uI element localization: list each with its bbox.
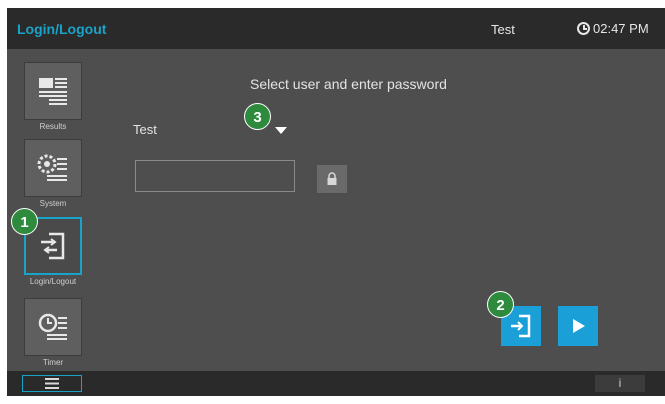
current-user: Test xyxy=(491,22,515,37)
instruction-heading: Select user and enter password xyxy=(250,76,447,92)
sidebar-item-timer[interactable]: Timer xyxy=(14,298,92,367)
results-button[interactable] xyxy=(24,62,82,120)
info-button[interactable]: i xyxy=(595,375,645,392)
lock-icon xyxy=(327,172,337,185)
results-icon xyxy=(39,78,67,105)
clock: 02:47 PM xyxy=(577,21,649,36)
sidebar-item-system[interactable]: System xyxy=(14,139,92,208)
device-screen: Login/Logout Test 02:47 PM Results Syste… xyxy=(7,8,665,396)
bottom-bar: i xyxy=(7,371,665,396)
page-title: Login/Logout xyxy=(17,21,107,37)
menu-icon xyxy=(45,378,59,389)
user-dropdown[interactable]: Test xyxy=(133,122,293,140)
sidebar-item-label: System xyxy=(39,199,67,208)
keyboard-lock-button[interactable] xyxy=(317,165,347,193)
dropdown-arrow-icon[interactable] xyxy=(275,127,287,134)
login-logout-icon xyxy=(41,232,65,260)
sidebar-item-label: Results xyxy=(39,122,67,131)
password-field[interactable] xyxy=(135,160,295,192)
sidebar-item-label: Timer xyxy=(42,358,64,367)
callout-3: 3 xyxy=(244,103,271,130)
timer-button[interactable] xyxy=(24,298,82,356)
system-button[interactable] xyxy=(24,139,82,197)
sidebar-item-results[interactable]: Results xyxy=(14,62,92,131)
timer-icon xyxy=(38,313,67,340)
sidebar-item-label: Login/Logout xyxy=(29,277,77,286)
logout-icon xyxy=(511,314,531,338)
callout-2: 2 xyxy=(487,291,514,318)
system-icon xyxy=(37,154,67,181)
play-icon xyxy=(573,319,585,333)
clock-time: 02:47 PM xyxy=(593,21,649,36)
selected-user: Test xyxy=(133,122,157,137)
login-play-button[interactable] xyxy=(558,306,598,346)
clock-icon xyxy=(577,22,590,35)
title-bar: Login/Logout Test 02:47 PM xyxy=(7,8,665,49)
callout-1: 1 xyxy=(11,208,38,235)
menu-button[interactable] xyxy=(22,375,82,392)
